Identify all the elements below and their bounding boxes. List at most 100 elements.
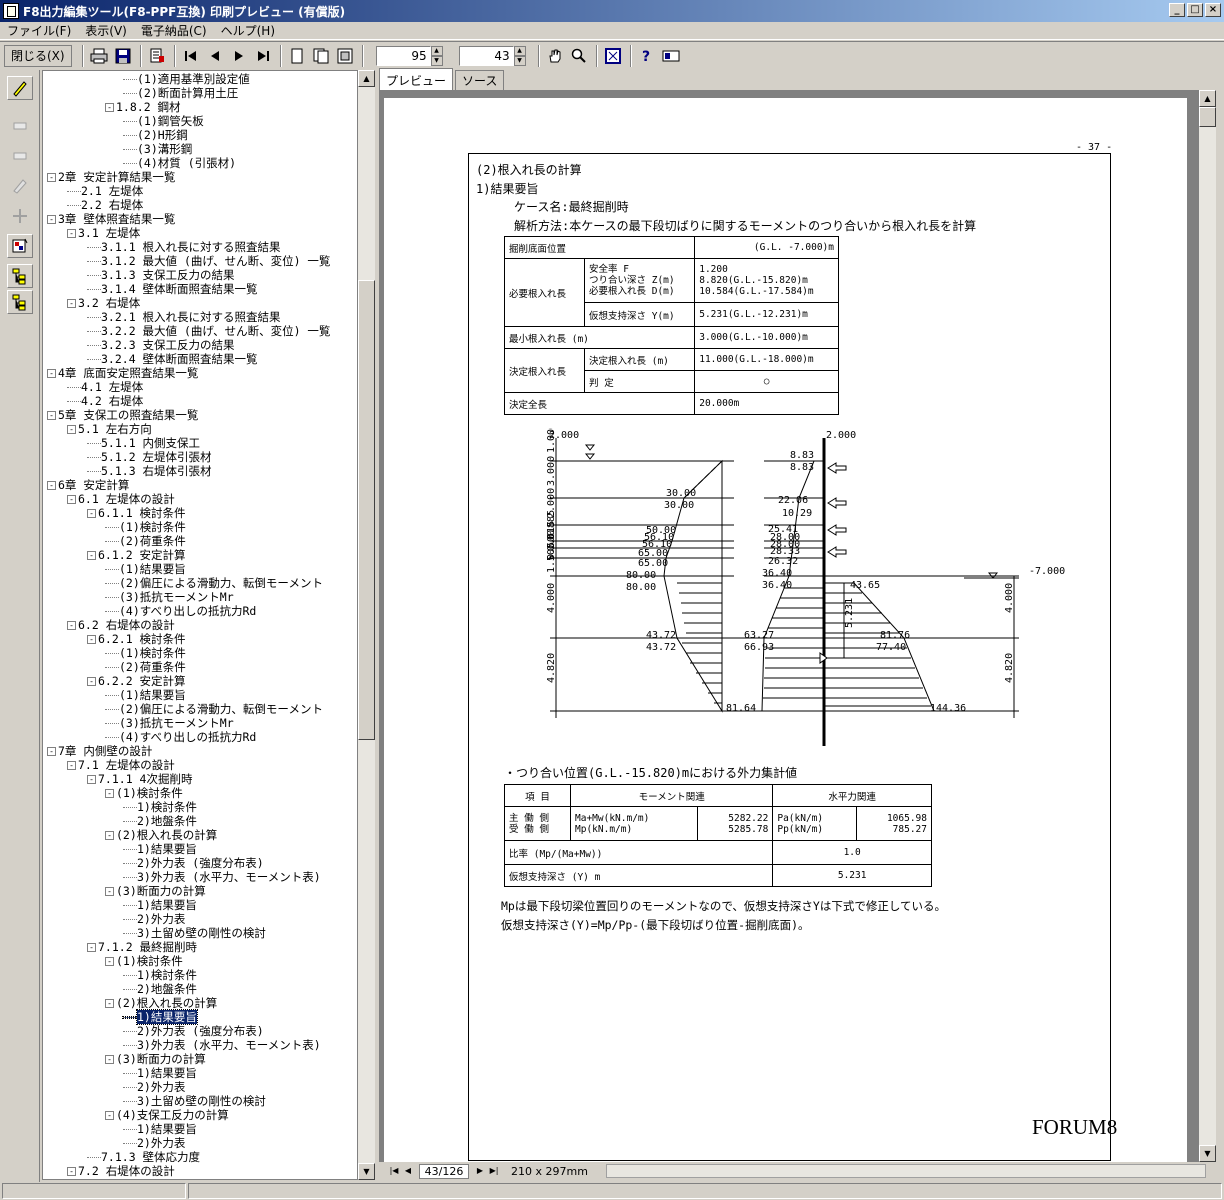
tree-node[interactable]: - (1)検討条件 xyxy=(105,954,183,968)
tree-node[interactable]: -5章 支保工の照査結果一覧 xyxy=(47,408,198,422)
zoom-up-icon[interactable]: ▲ xyxy=(430,45,443,56)
tree-node[interactable]: -7.1.1 4次掘削時 xyxy=(87,772,192,786)
tree-node[interactable]: 3.1.4 壁体断面照査結果一覧 xyxy=(87,282,258,296)
collapse-toggle-icon[interactable]: - xyxy=(47,215,56,224)
tree-node[interactable]: (4)すべり出しの抵抗力Rd xyxy=(105,730,256,744)
tree-node[interactable]: - (2)根入れ長の計算 xyxy=(105,828,217,842)
tree-node[interactable]: 1)結果要旨 xyxy=(123,898,197,912)
tab-source[interactable]: ソース xyxy=(455,70,505,90)
tree-node[interactable]: 2)地盤条件 xyxy=(123,814,197,828)
tree-collapse-icon[interactable] xyxy=(7,290,33,314)
tree-node[interactable]: - (1)検討条件 xyxy=(105,786,183,800)
minimize-button[interactable]: _ xyxy=(1169,3,1185,17)
tree-node[interactable]: (1)結果要旨 xyxy=(105,688,186,702)
tree-node[interactable]: -7章 内側壁の設計 xyxy=(47,744,152,758)
tree-node[interactable]: -6.1.2 安定計算 xyxy=(87,548,186,562)
tree-node[interactable]: -6.1 左堤体の設計 xyxy=(67,492,175,506)
page-input[interactable] xyxy=(458,45,514,66)
collapse-toggle-icon[interactable]: - xyxy=(47,411,56,420)
tab-preview[interactable]: プレビュー xyxy=(379,68,454,90)
nav-last-icon[interactable]: ▶| xyxy=(487,1164,501,1178)
collapse-toggle-icon[interactable]: - xyxy=(67,761,76,770)
collapse-toggle-icon[interactable]: - xyxy=(67,495,76,504)
tree-node[interactable]: 3.2.4 壁体断面照査結果一覧 xyxy=(87,352,258,366)
nav-first-icon[interactable]: |◀ xyxy=(387,1164,401,1178)
document-tree[interactable]: (1)適用基準別設定値 (2)断面計算用土圧 -1.8.2 鋼材 (1)鋼管矢板 (2)… xyxy=(42,70,358,1180)
last-page-icon[interactable] xyxy=(252,45,275,67)
save-icon[interactable] xyxy=(112,45,135,67)
tree-node[interactable]: 7.1.3 壁体応力度 xyxy=(87,1150,200,1164)
tree-node[interactable]: 3)土留め壁の剛性の検討 xyxy=(123,1094,266,1108)
tree-node[interactable]: 3.2.2 最大値 (曲げ、せん断、変位) 一覧 xyxy=(87,324,330,338)
help-icon[interactable]: ? xyxy=(636,45,659,67)
collapse-toggle-icon[interactable]: - xyxy=(87,551,96,560)
page-down-icon[interactable]: ▼ xyxy=(513,55,526,66)
tree-node[interactable]: (2)H形鋼 xyxy=(123,128,188,142)
tree-node[interactable]: 1)検討条件 xyxy=(123,968,197,982)
menu-electronic-delivery[interactable]: 電子納品(C) xyxy=(134,22,214,39)
collapse-toggle-icon[interactable]: - xyxy=(105,887,114,896)
tree-node[interactable]: -6.2.1 検討条件 xyxy=(87,632,186,646)
tree-node[interactable]: -5.1 左右方向 xyxy=(67,422,152,436)
collapse-toggle-icon[interactable]: - xyxy=(87,775,96,784)
tree-node[interactable]: 3.2.1 根入れ長に対する照査結果 xyxy=(87,310,281,324)
page-up-icon[interactable]: ▲ xyxy=(513,45,526,56)
tree-node[interactable]: (2)荷重条件 xyxy=(105,660,186,674)
tree-node[interactable]: 2)外力表 xyxy=(123,1136,185,1150)
zoom-input[interactable] xyxy=(375,45,431,66)
tree-node[interactable]: -7.1 左堤体の設計 xyxy=(67,758,175,772)
tree-node[interactable]: (4)すべり出しの抵抗力Rd xyxy=(105,604,256,618)
close-button[interactable]: × xyxy=(1205,3,1221,17)
tree-expand-icon[interactable] xyxy=(7,264,33,288)
tree-node[interactable]: 3.1.1 根入れ長に対する照査結果 xyxy=(87,240,281,254)
collapse-toggle-icon[interactable]: - xyxy=(67,229,76,238)
close-preview-button[interactable]: 閉じる(X) xyxy=(4,44,72,67)
tree-node[interactable]: 3.2.3 支保工反力の結果 xyxy=(87,338,235,352)
h-scrollbar[interactable] xyxy=(605,1164,1206,1178)
tree-node[interactable]: (2)偏圧による滑動力、転倒モーメント xyxy=(105,702,323,716)
hand-icon[interactable] xyxy=(544,45,567,67)
tree-node[interactable]: -6.1.1 検討条件 xyxy=(87,506,186,520)
nav-prev-icon[interactable]: ◀ xyxy=(401,1164,415,1178)
page-spinner[interactable]: ▲▼ xyxy=(458,45,526,66)
tree-node[interactable]: (1)鋼管矢板 xyxy=(123,114,204,128)
tree-node[interactable]: (3)抵抗モーメントMr xyxy=(105,716,234,730)
tree-node[interactable]: - (3)断面力の計算 xyxy=(105,884,206,898)
tree-node[interactable]: 2)外力表 xyxy=(123,912,185,926)
tree-node[interactable]: 3)外力表 (水平力、モーメント表) xyxy=(123,870,321,884)
tree-node[interactable]: -7.1.2 最終掘削時 xyxy=(87,940,197,954)
tree-node[interactable]: (1)結果要旨 xyxy=(105,562,186,576)
tree-node[interactable]: (2)偏圧による滑動力、転倒モーメント xyxy=(105,576,323,590)
print-icon[interactable] xyxy=(88,45,111,67)
collapse-toggle-icon[interactable]: - xyxy=(47,747,56,756)
tree-node[interactable]: (3)溝形鋼 xyxy=(123,142,192,156)
collapse-toggle-icon[interactable]: - xyxy=(105,957,114,966)
tree-node[interactable]: -3章 壁体照査結果一覧 xyxy=(47,212,175,226)
info-icon[interactable] xyxy=(660,45,683,67)
collapse-toggle-icon[interactable]: - xyxy=(87,635,96,644)
collapse-toggle-icon[interactable]: - xyxy=(87,943,96,952)
collapse-toggle-icon[interactable]: - xyxy=(87,509,96,518)
multi-page-icon[interactable] xyxy=(334,45,357,67)
collapse-toggle-icon[interactable]: - xyxy=(47,481,56,490)
collapse-toggle-icon[interactable]: - xyxy=(47,173,56,182)
tree-node[interactable]: 1)結果要旨 xyxy=(123,1122,197,1136)
collapse-toggle-icon[interactable]: - xyxy=(67,621,76,630)
collapse-toggle-icon[interactable]: - xyxy=(105,1111,114,1120)
tree-node[interactable]: (4)材質 (引張材) xyxy=(123,156,236,170)
tree-node[interactable]: 2)外力表 (強度分布表) xyxy=(123,856,264,870)
collapse-toggle-icon[interactable]: - xyxy=(67,425,76,434)
tree-node[interactable]: 3.1.3 支保工反力の結果 xyxy=(87,268,235,282)
next-page-icon[interactable] xyxy=(228,45,251,67)
tree-node[interactable]: -6.2 右堤体の設計 xyxy=(67,618,175,632)
menu-view[interactable]: 表示(V) xyxy=(78,22,134,39)
nav-next-icon[interactable]: ▶ xyxy=(473,1164,487,1178)
line-icon[interactable] xyxy=(7,114,33,138)
prev-page-icon[interactable] xyxy=(204,45,227,67)
tree-node[interactable]: 1)検討条件 xyxy=(123,800,197,814)
tree-node[interactable]: -7.2 右堤体の設計 xyxy=(67,1164,175,1178)
magnifier-icon[interactable] xyxy=(568,45,591,67)
tree-node[interactable]: 3.1.2 最大値 (曲げ、せん断、変位) 一覧 xyxy=(87,254,330,268)
tree-node[interactable]: 1)結果要旨 xyxy=(123,842,197,856)
tree-node[interactable]: 1)結果要旨 xyxy=(123,1066,197,1080)
